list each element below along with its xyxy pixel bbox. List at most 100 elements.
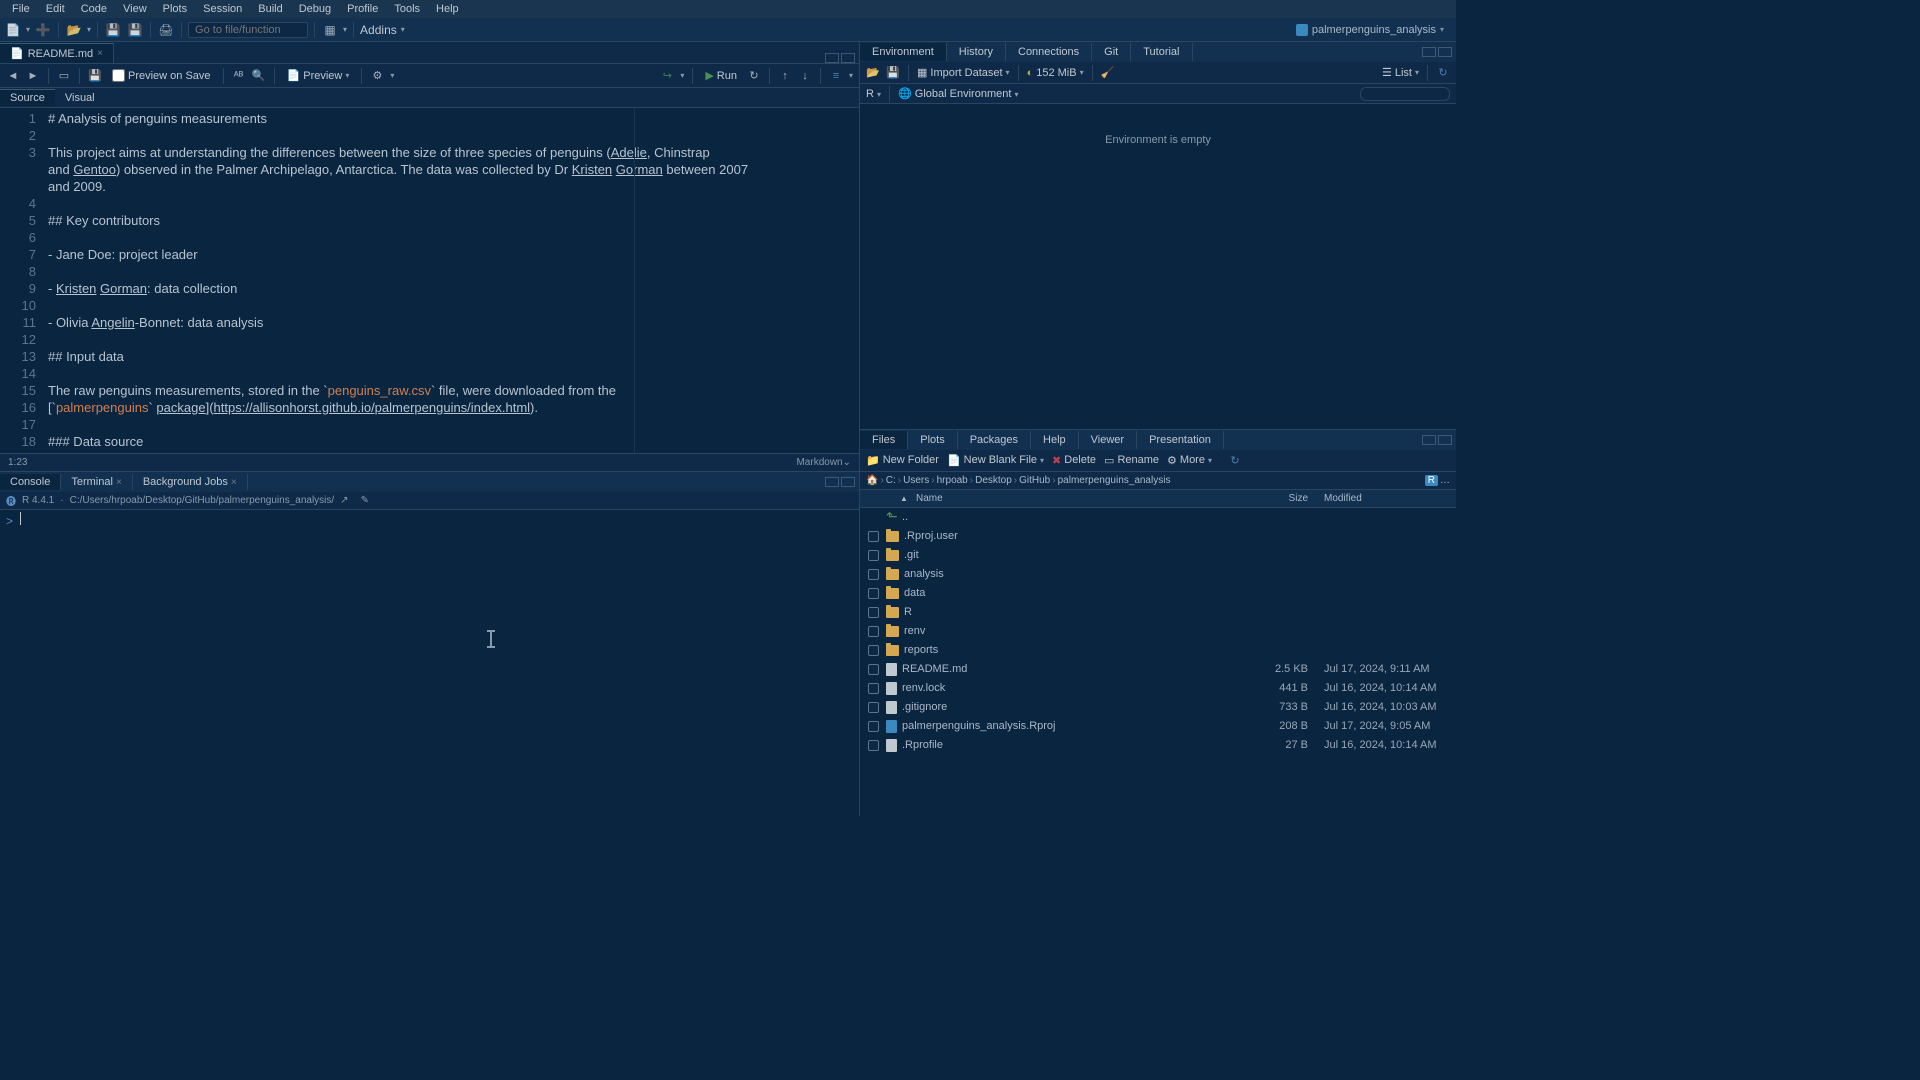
file-type-label[interactable]: Markdown (796, 457, 842, 468)
crumb[interactable]: GitHub (1019, 475, 1050, 486)
memory-usage[interactable]: ◐152 MiB▾ (1027, 67, 1084, 79)
packages-tab[interactable]: Packages (958, 431, 1031, 449)
menu-edit[interactable]: Edit (38, 3, 73, 15)
maximize-pane-icon[interactable] (1438, 435, 1452, 445)
preview-on-save-toggle[interactable]: Preview on Save (108, 67, 215, 84)
file-row[interactable]: R (860, 603, 1456, 622)
home-icon[interactable]: 🏠 (866, 475, 878, 486)
file-checkbox[interactable] (868, 569, 879, 580)
print-icon[interactable]: 🖨 (157, 21, 175, 39)
file-checkbox[interactable] (868, 664, 879, 675)
viewer-tab[interactable]: Viewer (1079, 431, 1137, 449)
menu-build[interactable]: Build (250, 3, 290, 15)
col-name[interactable]: Name (910, 493, 1246, 504)
file-checkbox[interactable] (868, 645, 879, 656)
file-checkbox[interactable] (868, 683, 879, 694)
menu-plots[interactable]: Plots (155, 3, 195, 15)
environment-tab[interactable]: Environment (860, 43, 947, 61)
outline-icon[interactable]: ≡ (829, 69, 843, 83)
console-body[interactable]: > (0, 510, 859, 817)
new-file-dropdown[interactable]: ▾ (26, 25, 30, 34)
env-search-input[interactable] (1360, 87, 1450, 101)
file-row[interactable]: renv.lock441 BJul 16, 2024, 10:14 AM (860, 679, 1456, 698)
menu-session[interactable]: Session (195, 3, 250, 15)
rerun-icon[interactable]: ↻ (747, 69, 761, 83)
forward-icon[interactable]: ► (26, 69, 40, 83)
file-row[interactable]: .git (860, 546, 1456, 565)
file-row[interactable]: .Rprofile27 BJul 16, 2024, 10:14 AM (860, 736, 1456, 755)
file-row[interactable]: data (860, 584, 1456, 603)
rename-button[interactable]: ▭Rename (1104, 454, 1159, 467)
crumb[interactable]: Desktop (975, 475, 1012, 486)
visual-mode-tab[interactable]: Visual (55, 90, 105, 106)
close-icon[interactable]: × (231, 477, 237, 488)
file-row[interactable]: README.md2.5 KBJul 17, 2024, 9:11 AM (860, 660, 1456, 679)
minimize-pane-icon[interactable] (1422, 435, 1436, 445)
git-tab[interactable]: Git (1092, 43, 1131, 61)
file-checkbox[interactable] (868, 588, 879, 599)
go-to-next-icon[interactable]: ↓ (798, 69, 812, 83)
source-tab-readme[interactable]: 📄 README.md × (0, 43, 114, 63)
clear-console-icon[interactable]: ✎ (361, 495, 369, 506)
file-row[interactable]: analysis (860, 565, 1456, 584)
maximize-pane-icon[interactable] (841, 53, 855, 63)
show-in-new-window-icon[interactable]: ▭ (57, 69, 71, 83)
file-row[interactable]: reports (860, 641, 1456, 660)
addins-button[interactable]: Addins (360, 23, 397, 37)
run-button[interactable]: ▶Run (701, 67, 741, 84)
file-checkbox[interactable] (868, 550, 879, 561)
new-project-icon[interactable]: ➕ (34, 21, 52, 39)
file-row[interactable]: .Rproj.user (860, 527, 1456, 546)
plots-tab[interactable]: Plots (908, 431, 957, 449)
import-dataset-button[interactable]: ▦Import Dataset▾ (917, 66, 1010, 79)
file-row[interactable]: renv (860, 622, 1456, 641)
menu-code[interactable]: Code (73, 3, 115, 15)
insert-chunk-icon[interactable]: ↪ (660, 69, 674, 83)
crumb[interactable]: Users (903, 475, 929, 486)
refresh-files-icon[interactable]: ↻ (1228, 453, 1242, 467)
more-button[interactable]: ⚙More▾ (1167, 454, 1212, 467)
scope-selector[interactable]: 🌐 Global Environment ▾ (898, 87, 1018, 100)
language-selector[interactable]: R ▾ (866, 88, 881, 100)
file-row[interactable]: .gitignore733 BJul 16, 2024, 10:03 AM (860, 698, 1456, 717)
open-file-icon[interactable]: 📂 (65, 21, 83, 39)
sort-arrow-icon[interactable]: ▲ (900, 494, 910, 503)
col-size[interactable]: Size (1246, 493, 1316, 504)
new-folder-button[interactable]: 📁New Folder (866, 454, 939, 467)
gear-icon[interactable]: ⚙ (370, 69, 384, 83)
close-icon[interactable]: × (116, 477, 122, 488)
minimize-pane-icon[interactable] (825, 53, 839, 63)
spellcheck-icon[interactable]: ᴬᴮ (232, 69, 246, 83)
project-selector[interactable]: palmerpenguins_analysis ▾ (1296, 24, 1452, 36)
back-icon[interactable]: ◄ (6, 69, 20, 83)
file-row[interactable]: palmerpenguins_analysis.Rproj208 BJul 17… (860, 717, 1456, 736)
col-modified[interactable]: Modified (1316, 493, 1456, 504)
find-replace-icon[interactable]: 🔍 (252, 69, 266, 83)
file-checkbox[interactable] (868, 626, 879, 637)
clear-workspace-icon[interactable]: 🧹 (1101, 66, 1115, 80)
menu-tools[interactable]: Tools (386, 3, 428, 15)
menu-file[interactable]: File (4, 3, 38, 15)
go-to-prev-icon[interactable]: ↑ (778, 69, 792, 83)
crumb[interactable]: palmerpenguins_analysis (1058, 475, 1171, 486)
popout-icon[interactable]: ↗ (340, 495, 348, 506)
file-checkbox[interactable] (868, 721, 879, 732)
refresh-icon[interactable]: ↻ (1436, 66, 1450, 80)
editor-body[interactable]: 1234567891011121314151617181920 # Analys… (0, 108, 859, 453)
more-path-icon[interactable]: … (1440, 475, 1450, 486)
grid-icon[interactable]: ▦ (321, 21, 339, 39)
file-checkbox[interactable] (868, 740, 879, 751)
minimize-pane-icon[interactable] (825, 477, 839, 487)
save-file-icon[interactable]: 💾 (88, 69, 102, 83)
load-workspace-icon[interactable]: 📂 (866, 66, 880, 80)
crumb[interactable]: C: (886, 475, 896, 486)
background-jobs-tab[interactable]: Background Jobs × (133, 474, 248, 490)
maximize-pane-icon[interactable] (1438, 47, 1452, 57)
menu-debug[interactable]: Debug (291, 3, 339, 15)
files-tab[interactable]: Files (860, 431, 908, 449)
menu-help[interactable]: Help (428, 3, 467, 15)
terminal-tab[interactable]: Terminal × (61, 474, 132, 490)
help-tab[interactable]: Help (1031, 431, 1079, 449)
minimize-pane-icon[interactable] (1422, 47, 1436, 57)
new-file-icon[interactable]: 📄 (4, 21, 22, 39)
